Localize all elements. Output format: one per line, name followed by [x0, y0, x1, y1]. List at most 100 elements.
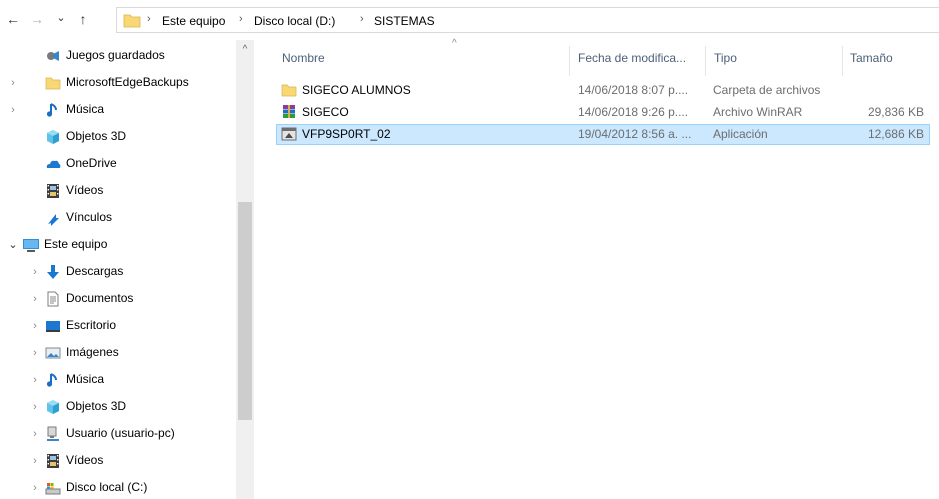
nav-item-disco-local-c[interactable]: › Disco local (C:) [0, 474, 236, 499]
nav-item-label: Escritorio [66, 318, 117, 332]
file-size: 12,686 KB [867, 127, 924, 141]
nav-item-label: Imágenes [66, 345, 119, 359]
expand-chevron[interactable]: › [28, 420, 42, 447]
column-header-nombre[interactable]: ^ Nombre [282, 38, 572, 76]
user-network-icon [44, 425, 62, 443]
nav-item-objetos-3d[interactable]: Objetos 3D [0, 123, 236, 150]
nav-item-musica-2[interactable]: › Música [0, 366, 236, 393]
file-name: SIGECO [302, 105, 349, 119]
breadcrumb-disco-local-d[interactable]: Disco local (D:) [254, 14, 335, 28]
column-header-tamano[interactable]: Tamaño [850, 40, 930, 76]
expand-chevron[interactable]: › [28, 285, 42, 312]
downloads-icon [44, 263, 62, 281]
back-button[interactable]: ← [4, 10, 22, 28]
nav-item-label: Vídeos [66, 453, 104, 467]
nav-item-label: Vínculos [66, 210, 113, 224]
expand-chevron[interactable]: › [28, 447, 42, 474]
file-row-vfp9sp0rt-02[interactable]: VFP9SP0RT_02 19/04/2012 8:56 a. ... Apli… [276, 124, 930, 145]
file-date: 19/04/2012 8:56 a. ... [578, 127, 692, 141]
nav-item-label: Música [66, 372, 105, 386]
sort-ascending-icon: ^ [452, 38, 457, 49]
expand-chevron[interactable]: › [28, 474, 42, 499]
scroll-thumb[interactable] [238, 202, 252, 420]
expand-chevron[interactable]: › [28, 393, 42, 420]
nav-item-label: MicrosoftEdgeBackups [66, 75, 189, 89]
nav-item-label: Usuario (usuario-pc) [66, 426, 175, 440]
drive-icon [44, 479, 62, 497]
expand-chevron[interactable]: › [28, 339, 42, 366]
file-date: 14/06/2018 8:07 p.... [578, 83, 689, 97]
breadcrumb-sistemas[interactable]: SISTEMAS [374, 14, 435, 28]
expand-chevron[interactable] [6, 123, 20, 150]
expand-chevron[interactable]: › [6, 96, 20, 123]
breadcrumb-este-equipo[interactable]: Este equipo [162, 14, 225, 28]
nav-item-musica[interactable]: › Música [0, 96, 236, 123]
nav-item-microsoftedgebackups[interactable]: › MicrosoftEdgeBackups [0, 69, 236, 96]
nav-item-label: Música [66, 102, 105, 116]
videos-icon [44, 182, 62, 200]
column-divider[interactable] [842, 46, 843, 76]
breadcrumb-separator[interactable]: › [239, 13, 243, 25]
pictures-icon [44, 344, 62, 362]
nav-item-juegos-guardados[interactable]: Juegos guardados [0, 42, 236, 69]
file-type: Archivo WinRAR [713, 105, 803, 119]
breadcrumb-separator[interactable]: › [147, 13, 151, 25]
nav-item-label: Documentos [66, 291, 134, 305]
this-pc-icon [22, 236, 40, 254]
column-divider[interactable] [705, 46, 706, 76]
file-name: VFP9SP0RT_02 [302, 127, 391, 141]
folder-icon [281, 84, 297, 97]
column-header-label: Tamaño [850, 51, 893, 65]
links-icon [44, 209, 62, 227]
winrar-archive-icon [283, 105, 295, 118]
expand-chevron[interactable]: › [28, 312, 42, 339]
nav-item-este-equipo[interactable]: ⌄ Este equipo [0, 231, 236, 258]
scroll-up-button[interactable]: ^ [236, 40, 254, 58]
nav-item-label: Disco local (C:) [66, 480, 148, 494]
nav-item-videos[interactable]: Vídeos [0, 177, 236, 204]
desktop-icon [44, 317, 62, 335]
expand-chevron[interactable] [6, 177, 20, 204]
file-list: ^ Nombre Fecha de modifica... Tipo Tamañ… [256, 38, 939, 499]
nav-scrollbar[interactable]: ^ [236, 40, 254, 499]
file-row-sigeco-alumnos[interactable]: SIGECO ALUMNOS 14/06/2018 8:07 p.... Car… [276, 80, 930, 101]
music-icon [44, 371, 62, 389]
nav-item-videos-2[interactable]: › Vídeos [0, 447, 236, 474]
collapse-chevron[interactable]: ⌄ [6, 231, 20, 258]
file-row-sigeco[interactable]: SIGECO 14/06/2018 9:26 p.... Archivo Win… [276, 102, 930, 123]
address-bar: ← → ⌄ ↑ › Este equipo › Disco local (D:)… [0, 0, 939, 40]
breadcrumb-separator[interactable]: › [360, 13, 364, 25]
nav-item-descargas[interactable]: › Descargas [0, 258, 236, 285]
music-icon [44, 101, 62, 119]
expand-chevron[interactable]: › [28, 366, 42, 393]
nav-item-onedrive[interactable]: OneDrive [0, 150, 236, 177]
column-header-label: Fecha de modifica... [578, 51, 687, 65]
nav-item-vinculos[interactable]: Vínculos [0, 204, 236, 231]
expand-chevron[interactable]: › [6, 69, 20, 96]
nav-item-imagenes[interactable]: › Imágenes [0, 339, 236, 366]
file-date: 14/06/2018 9:26 p.... [578, 105, 689, 119]
nav-item-label: Este equipo [44, 237, 108, 251]
expand-chevron[interactable]: › [28, 258, 42, 285]
documents-icon [44, 290, 62, 308]
column-header-label: Nombre [282, 51, 325, 65]
nav-item-escritorio[interactable]: › Escritorio [0, 312, 236, 339]
column-divider[interactable] [569, 46, 570, 76]
nav-item-label: Juegos guardados [66, 48, 165, 62]
forward-button[interactable]: → [28, 10, 46, 28]
navigation-pane: Juegos guardados › MicrosoftEdgeBackups … [0, 40, 256, 499]
nav-item-label: OneDrive [66, 156, 117, 170]
nav-item-documentos[interactable]: › Documentos [0, 285, 236, 312]
up-button[interactable]: ↑ [74, 10, 92, 28]
nav-item-objetos-3d-2[interactable]: › Objetos 3D [0, 393, 236, 420]
expand-chevron[interactable] [6, 42, 20, 69]
column-header-tipo[interactable]: Tipo [714, 40, 834, 76]
address-box[interactable]: › Este equipo › Disco local (D:) › SISTE… [116, 7, 939, 33]
videos-icon [44, 452, 62, 470]
expand-chevron[interactable] [6, 204, 20, 231]
expand-chevron[interactable] [6, 150, 20, 177]
nav-item-usuario[interactable]: › Usuario (usuario-pc) [0, 420, 236, 447]
recent-locations-button[interactable]: ⌄ [52, 8, 70, 26]
nav-item-label: Objetos 3D [66, 129, 127, 143]
column-header-fecha[interactable]: Fecha de modifica... [578, 40, 708, 76]
